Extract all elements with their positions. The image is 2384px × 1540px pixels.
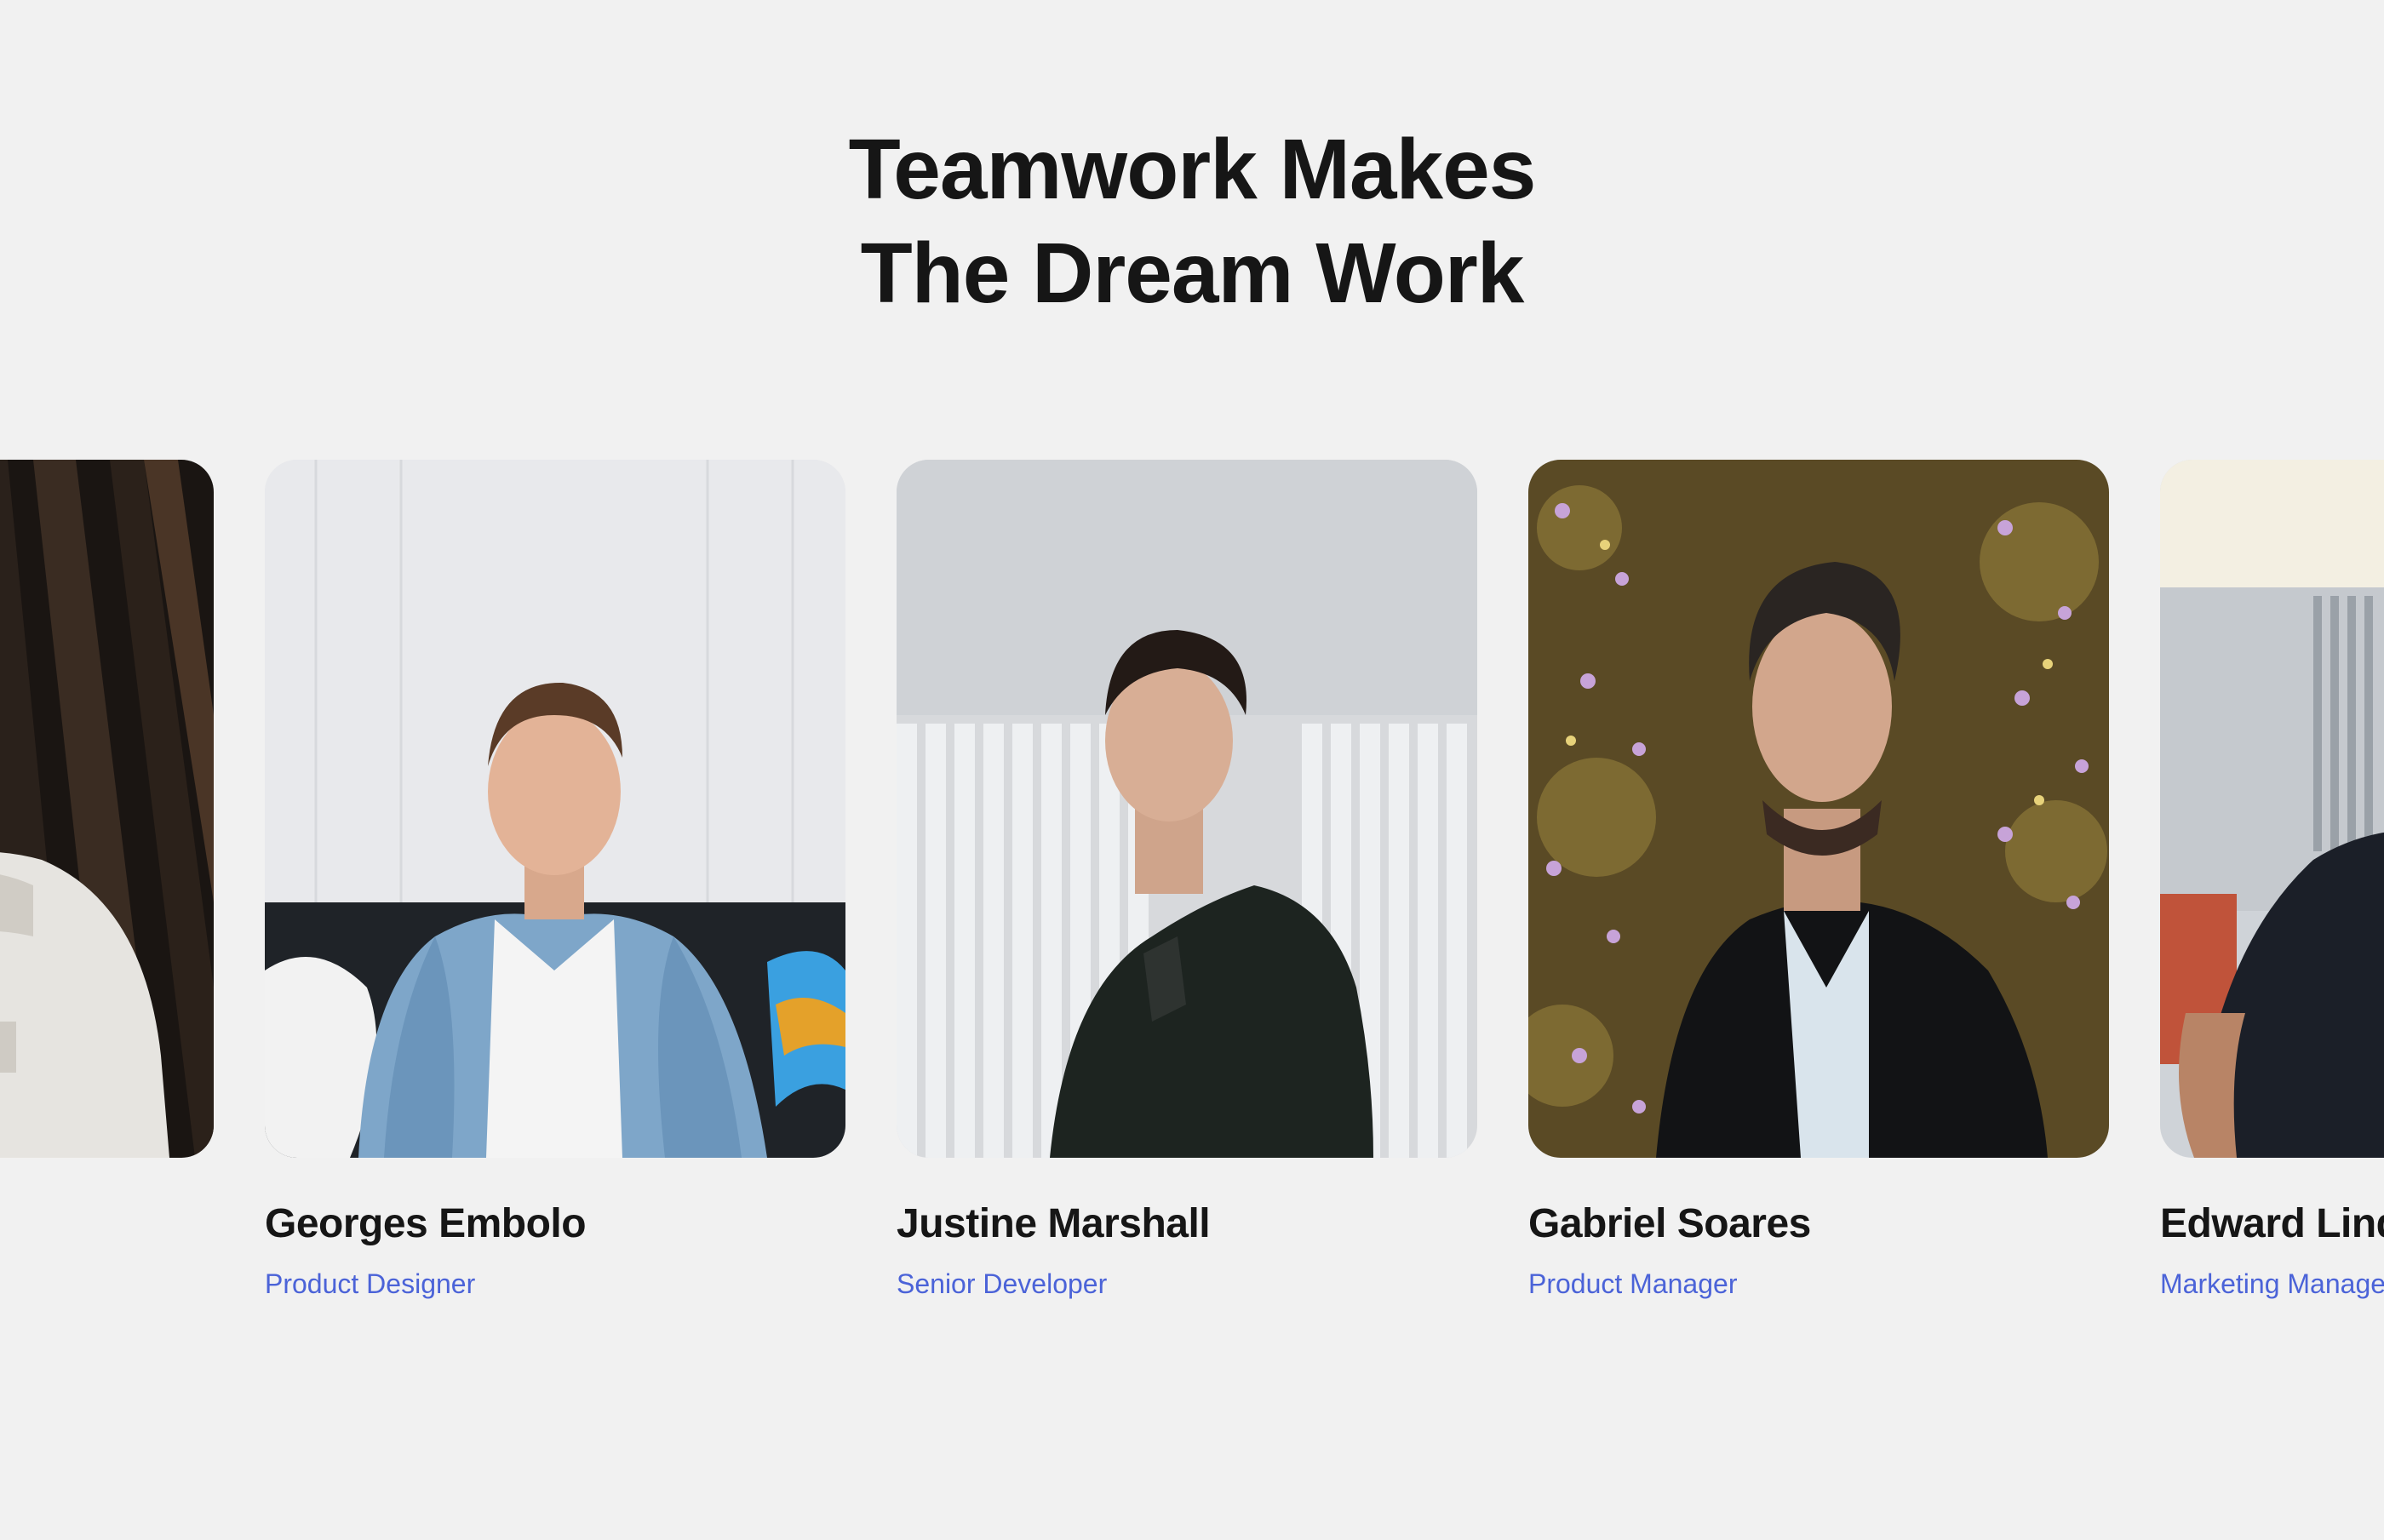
team-member-card[interactable]: Georges Embolo Product Designer — [265, 460, 845, 1301]
team-member-photo — [2160, 460, 2384, 1158]
team-member-role: Product Designer — [265, 1268, 476, 1299]
team-member-photo — [0, 460, 214, 1158]
team-member-role: Marketing Manager — [2160, 1268, 2384, 1299]
team-member-card[interactable]: Edward Lind Marketing Manager — [2160, 460, 2384, 1301]
team-member-role: Senior Developer — [897, 1268, 1108, 1299]
team-member-name: Georges Embolo — [265, 1201, 587, 1246]
team-member-role: Product Manager — [1528, 1268, 1738, 1299]
team-member-name: Edward Lind — [2160, 1201, 2384, 1246]
team-carousel[interactable]: Georges Embolo Product Designer Justine … — [0, 0, 2384, 1540]
team-member-name: Gabriel Soares — [1528, 1201, 1811, 1246]
team-member-card[interactable]: Justine Marshall Senior Developer — [897, 460, 1477, 1301]
team-member-card[interactable]: Gabriel Soares Product Manager — [1528, 460, 2109, 1301]
team-member-name: Justine Marshall — [897, 1201, 1211, 1246]
team-member-photo — [1528, 460, 2109, 1158]
team-member-card[interactable] — [0, 460, 214, 1200]
team-member-photo — [897, 460, 1477, 1158]
team-member-photo — [265, 460, 845, 1158]
